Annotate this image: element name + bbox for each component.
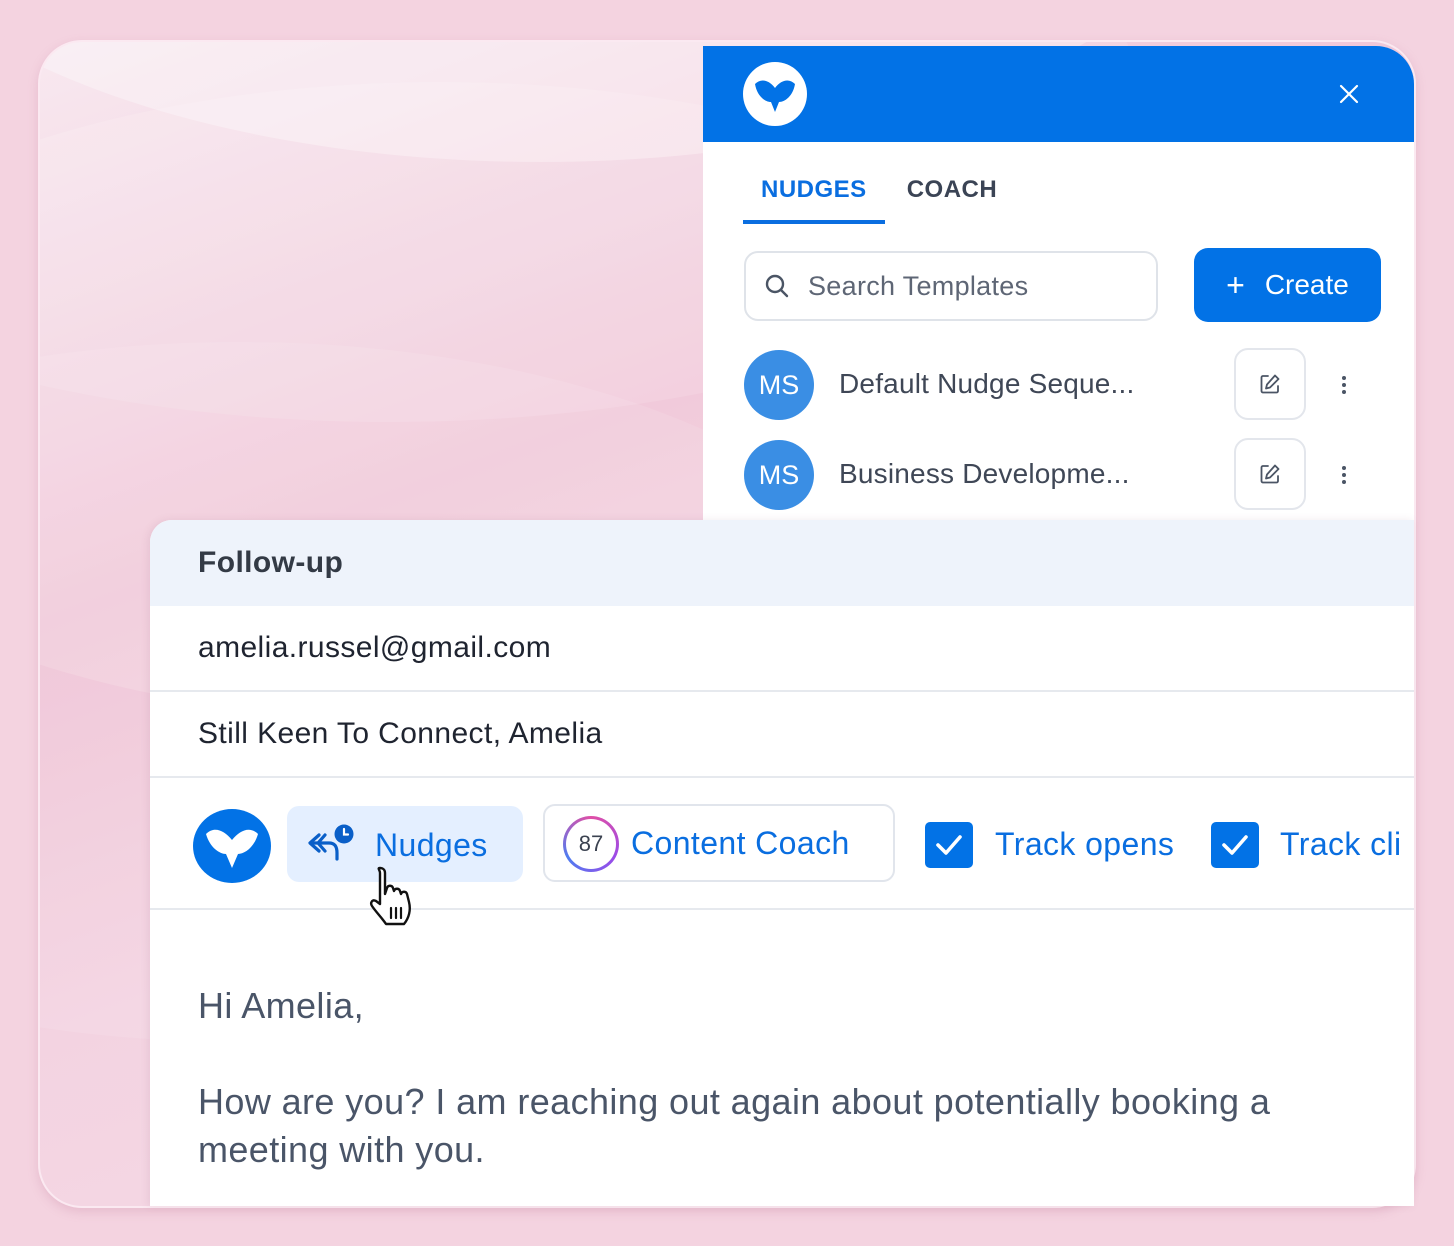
compose-toolbar: Nudges 87 Content Coach Track opens Trac… xyxy=(150,778,1414,926)
checkmark-icon xyxy=(936,835,962,855)
close-icon xyxy=(1339,84,1359,104)
panel-tabs: NUDGES COACH xyxy=(743,172,1015,224)
edit-icon xyxy=(1260,374,1280,394)
panel-header xyxy=(703,46,1414,142)
search-templates-input[interactable]: Search Templates xyxy=(744,251,1158,321)
content-coach-label: Content Coach xyxy=(631,825,850,861)
coach-score: 87 xyxy=(566,819,616,869)
track-opens-checkbox[interactable] xyxy=(925,822,973,868)
tab-nudges[interactable]: NUDGES xyxy=(743,172,885,224)
template-row[interactable]: MS Default Nudge Seque... xyxy=(744,348,1384,422)
whale-tail-logo-icon xyxy=(743,62,807,126)
body-greeting: Hi Amelia, xyxy=(198,985,365,1026)
search-placeholder: Search Templates xyxy=(808,270,1029,301)
whale-tail-logo-icon[interactable] xyxy=(192,808,272,884)
avatar: MS xyxy=(744,350,814,420)
nudge-reply-clock-icon xyxy=(308,824,354,861)
subject-field[interactable]: Still Keen To Connect, Amelia xyxy=(150,692,1414,778)
template-name: Business Developme... xyxy=(839,458,1130,489)
nudges-label: Nudges xyxy=(375,827,488,863)
coach-score-badge: 87 xyxy=(563,816,619,872)
avatar: MS xyxy=(744,440,814,510)
email-body[interactable]: Hi Amelia, How are you? I am reaching ou… xyxy=(198,982,1348,1206)
template-name: Default Nudge Seque... xyxy=(839,368,1135,399)
body-paragraph: How are you? I am reaching out again abo… xyxy=(198,1081,1271,1170)
recipient-field[interactable]: amelia.russel@gmail.com xyxy=(150,606,1414,692)
compose-title: Follow-up xyxy=(150,520,1414,606)
track-opens-label[interactable]: Track opens xyxy=(995,826,1174,863)
create-button[interactable]: + Create xyxy=(1194,248,1381,322)
edit-icon xyxy=(1260,464,1280,484)
more-options-button[interactable] xyxy=(1329,368,1359,402)
search-icon xyxy=(765,274,789,298)
content-coach-button[interactable]: 87 Content Coach xyxy=(543,804,895,882)
template-row[interactable]: MS Business Developme... xyxy=(744,438,1384,512)
tab-coach[interactable]: COACH xyxy=(885,172,1016,224)
edit-template-button[interactable] xyxy=(1234,438,1306,510)
plus-icon: + xyxy=(1226,266,1245,303)
compose-window: Follow-up amelia.russel@gmail.com Still … xyxy=(150,520,1414,1206)
checkmark-icon xyxy=(1222,835,1248,855)
close-button[interactable] xyxy=(1331,76,1367,112)
track-clicks-checkbox[interactable] xyxy=(1211,822,1259,868)
track-clicks-label[interactable]: Track cli xyxy=(1280,826,1402,863)
edit-template-button[interactable] xyxy=(1234,348,1306,420)
create-label: Create xyxy=(1264,269,1349,300)
hand-pointer-cursor-icon xyxy=(370,866,411,926)
more-options-button[interactable] xyxy=(1329,458,1359,492)
templates-panel: NUDGES COACH Search Templates + Create M… xyxy=(703,46,1414,566)
